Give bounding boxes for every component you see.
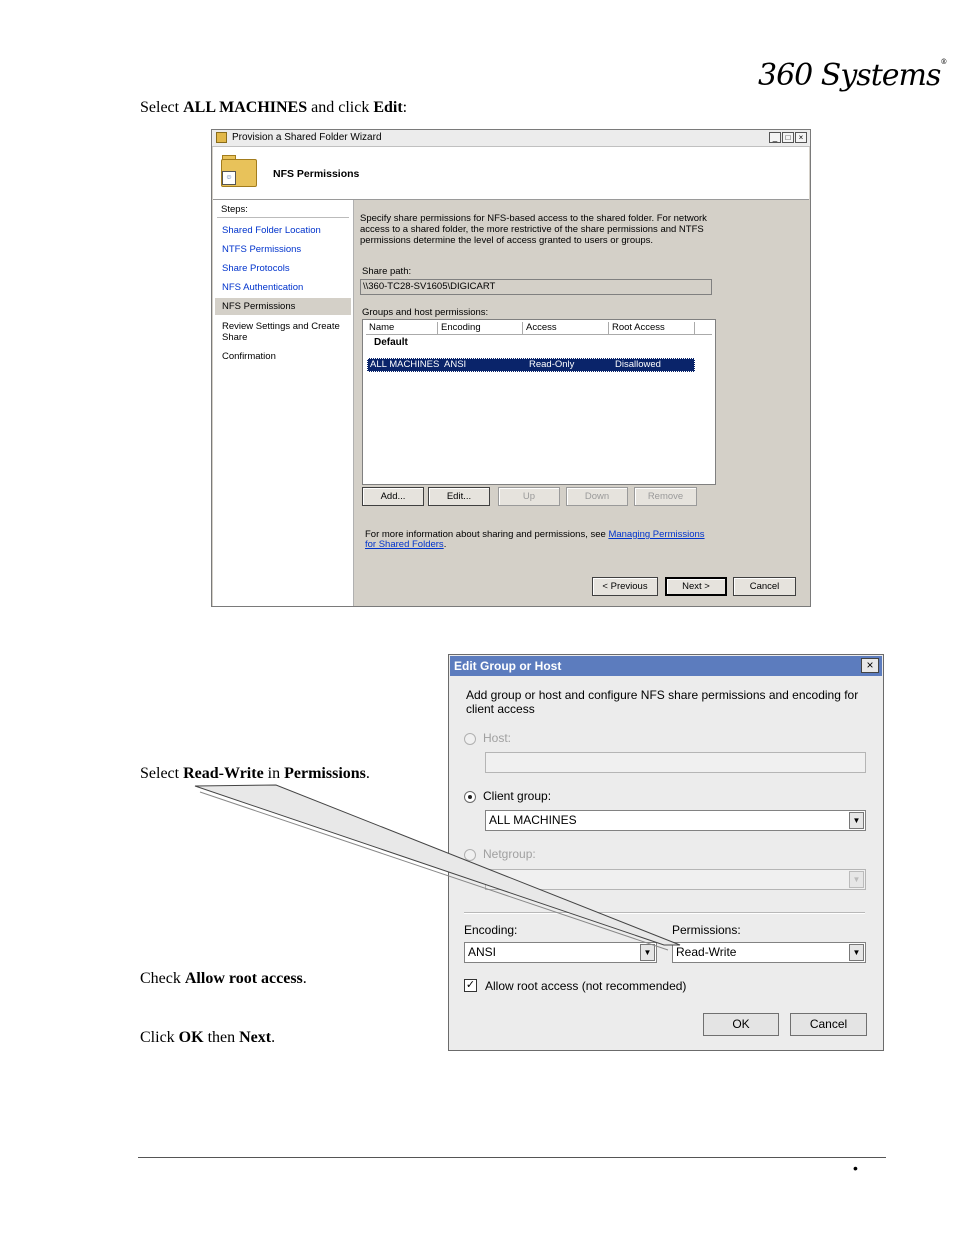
footer-bullet: •: [853, 1160, 858, 1176]
callout-arrow: [194, 784, 681, 951]
callout-arrow-shadow: [199, 791, 669, 951]
footer-rule: [138, 1157, 886, 1158]
callout-arrow-shape: [194, 784, 681, 946]
